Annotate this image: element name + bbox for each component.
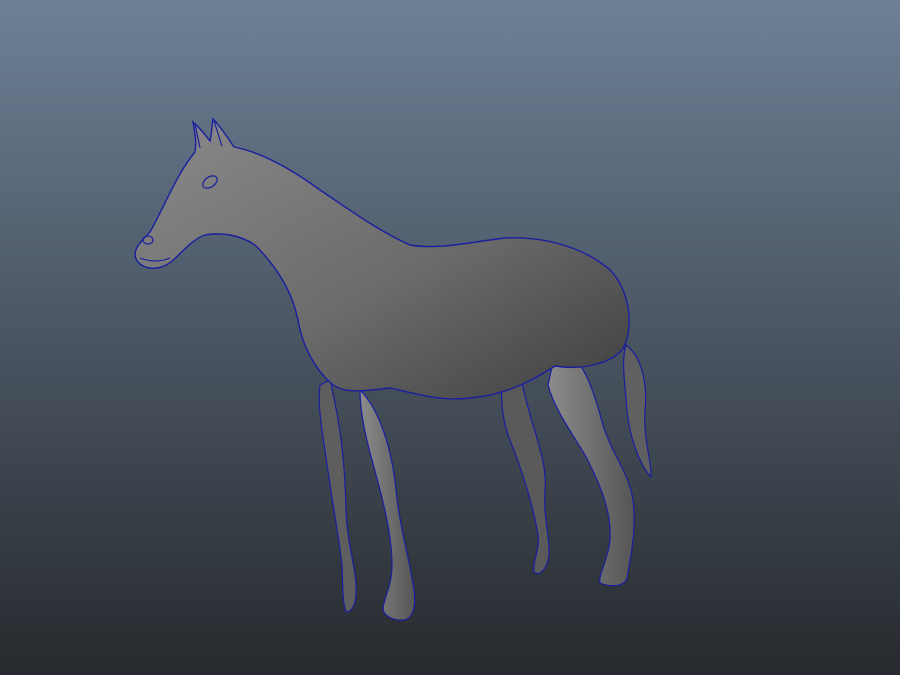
3d-viewport[interactable] [0, 0, 900, 675]
viewport-canvas[interactable] [0, 0, 900, 675]
